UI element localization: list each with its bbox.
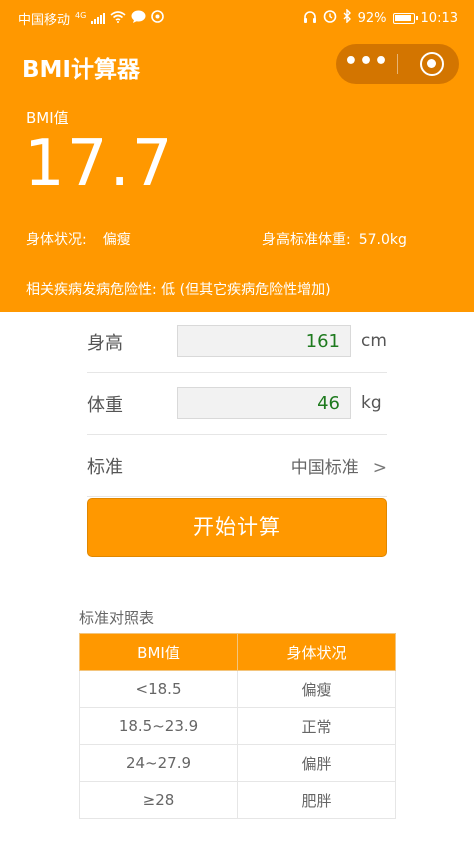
chevron-right-icon: > (372, 458, 387, 478)
weight-input[interactable] (177, 387, 351, 419)
weight-unit: kg (361, 393, 382, 413)
table-row: 24~27.9 偏胖 (79, 744, 396, 782)
battery-percent: 92% (357, 10, 387, 26)
standard-weight-value: 57.0kg (358, 232, 407, 248)
weight-row: 体重 kg (87, 373, 387, 435)
status-right: 92% 10:13 (303, 8, 458, 27)
standard-weight-label: 身高标准体重: (262, 232, 351, 248)
table-cell-bmi: ≥28 (79, 781, 238, 819)
bmi-label: BMI值 (26, 109, 69, 127)
close-target-icon[interactable] (420, 52, 444, 76)
standard-label: 标准 (87, 457, 123, 478)
table-row: ≥28 肥胖 (79, 781, 396, 819)
capsule-divider (397, 54, 398, 74)
app-title: BMI计算器 (22, 57, 140, 83)
body-status-label: 身体状况: (26, 232, 87, 248)
table-header-status: 身体状况 (237, 633, 396, 671)
table-cell-bmi: <18.5 (79, 670, 238, 708)
chat-icon (131, 10, 146, 27)
message-icon (151, 10, 165, 27)
wifi-icon (110, 10, 126, 27)
miniprogram-capsule: ••• (336, 44, 459, 84)
height-label: 身高 (87, 333, 123, 354)
standard-selector[interactable]: 中国标准 > (291, 453, 387, 478)
status-left: 中国移动 4G (18, 9, 165, 28)
result-header: 中国移动 4G 92% 10:13 BMI计算器 ••• BMI值 17.7 身… (0, 0, 474, 312)
alarm-icon (323, 9, 337, 27)
table-row: 18.5~23.9 正常 (79, 707, 396, 745)
table-cell-status: 正常 (237, 707, 396, 745)
risk-text: 相关疾病发病危险性: 低 (但其它疾病危险性增加) (26, 282, 331, 298)
table-header-row: BMI值 身体状况 (79, 633, 396, 671)
table-cell-status: 偏瘦 (237, 670, 396, 708)
network-label: 4G (75, 11, 87, 20)
table-cell-status: 偏胖 (237, 744, 396, 782)
reference-table: BMI值 身体状况 <18.5 偏瘦 18.5~23.9 正常 24~27.9 … (79, 633, 396, 819)
bluetooth-icon (343, 8, 352, 27)
table-row: <18.5 偏瘦 (79, 670, 396, 708)
table-cell-bmi: 24~27.9 (79, 744, 238, 782)
table-header-bmi: BMI值 (79, 633, 238, 671)
weight-label: 体重 (87, 395, 123, 416)
reference-table-title: 标准对照表 (79, 609, 155, 627)
headphones-icon (303, 10, 317, 27)
carrier-label: 中国移动 (18, 13, 71, 28)
body-status: 身体状况: 偏瘦 (26, 229, 131, 249)
more-icon[interactable]: ••• (336, 44, 397, 84)
calculate-button[interactable]: 开始计算 (87, 498, 387, 557)
table-cell-status: 肥胖 (237, 781, 396, 819)
battery-icon (392, 12, 418, 24)
body-status-value: 偏瘦 (102, 232, 131, 248)
standard-row[interactable]: 标准 中国标准 > (87, 435, 387, 497)
standard-weight: 身高标准体重: 57.0kg (262, 229, 407, 249)
height-row: 身高 cm (87, 311, 387, 373)
height-unit: cm (361, 331, 387, 351)
standard-value: 中国标准 (290, 458, 359, 478)
bmi-value: 17.7 (24, 127, 175, 201)
status-bar: 中国移动 4G 92% 10:13 (0, 0, 474, 34)
clock: 10:13 (420, 10, 458, 26)
table-cell-bmi: 18.5~23.9 (79, 707, 238, 745)
height-input[interactable] (177, 325, 351, 357)
signal-icon (91, 13, 106, 24)
